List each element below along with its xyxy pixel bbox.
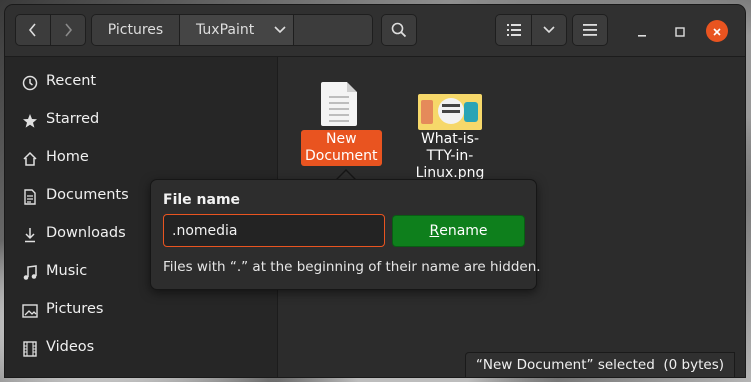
sidebar-item-label: Downloads: [46, 225, 126, 241]
view-options-button[interactable]: [531, 14, 567, 46]
text-document-icon: [321, 82, 357, 126]
hamburger-menu-icon: [583, 24, 597, 36]
sidebar-item-label: Home: [46, 149, 89, 165]
rename-popover: File name Rename Files with “.” at the b…: [150, 179, 541, 290]
chevron-down-icon: [543, 26, 555, 34]
sidebar-item-label: Music: [46, 263, 88, 279]
breadcrumb-label: Pictures: [107, 22, 164, 38]
maximize-icon: [675, 22, 685, 41]
breadcrumb-empty-segment: [293, 14, 373, 46]
header-bar: Pictures TuxPaint: [5, 5, 745, 57]
chevron-left-icon: [28, 23, 38, 37]
maximize-button[interactable]: [669, 20, 691, 42]
close-button[interactable]: [706, 20, 728, 42]
forward-button[interactable]: [50, 14, 86, 46]
image-thumbnail: [418, 94, 482, 130]
sidebar-item-label: Recent: [46, 73, 97, 89]
search-button[interactable]: [381, 14, 417, 46]
sidebar-item-recent[interactable]: Recent: [5, 63, 277, 101]
breadcrumb-tuxpaint[interactable]: TuxPaint: [179, 14, 294, 46]
music-note-icon: [21, 264, 39, 282]
rename-label: ename: [439, 223, 488, 239]
image-icon: [21, 302, 39, 320]
sidebar-item-label: Videos: [46, 339, 95, 355]
list-view-icon: [506, 24, 521, 36]
status-bar: “New Document” selected (0 bytes): [464, 352, 735, 377]
rename-title: File name: [163, 192, 241, 208]
film-icon: [21, 340, 39, 358]
rename-button[interactable]: Rename: [392, 215, 525, 247]
home-icon: [21, 150, 39, 168]
file-name-label: New Document: [301, 130, 382, 166]
sidebar-item-label: Starred: [46, 111, 100, 127]
rename-mnemonic: R: [429, 223, 440, 239]
sidebar-item-label: Documents: [46, 187, 129, 203]
main-menu-button[interactable]: [572, 14, 608, 46]
minimize-button[interactable]: [631, 20, 653, 42]
breadcrumb-pictures[interactable]: Pictures: [91, 14, 180, 46]
download-icon: [21, 226, 39, 244]
document-icon: [21, 188, 39, 206]
sidebar-item-videos[interactable]: Videos: [5, 329, 277, 367]
back-button[interactable]: [15, 14, 51, 46]
chevron-right-icon: [63, 23, 73, 37]
file-name-label: What-is- TTY-in- Linux.png: [415, 131, 485, 181]
search-icon: [391, 22, 407, 38]
file-item-new-document[interactable]: New Document: [301, 82, 382, 166]
file-item-what-is-tty[interactable]: What-is- TTY-in- Linux.png: [416, 82, 498, 183]
star-icon: [21, 112, 39, 130]
chevron-down-icon: [274, 26, 286, 34]
clock-icon: [21, 74, 39, 92]
sidebar-item-starred[interactable]: Starred: [5, 101, 277, 139]
close-icon: [712, 22, 722, 41]
status-text: “New Document” selected (0 bytes): [475, 357, 724, 373]
minimize-icon: [637, 22, 647, 41]
file-manager-window: Pictures TuxPaint Recent Starred Home Do…: [5, 5, 745, 377]
sidebar-item-pictures[interactable]: Pictures: [5, 291, 277, 329]
file-name-input[interactable]: [163, 214, 385, 247]
hidden-files-hint: Files with “.” at the beginning of their…: [163, 259, 541, 275]
sidebar-item-label: Pictures: [46, 301, 104, 317]
list-view-button[interactable]: [495, 14, 532, 46]
breadcrumb-label: TuxPaint: [196, 22, 255, 38]
sidebar-item-home[interactable]: Home: [5, 139, 277, 177]
